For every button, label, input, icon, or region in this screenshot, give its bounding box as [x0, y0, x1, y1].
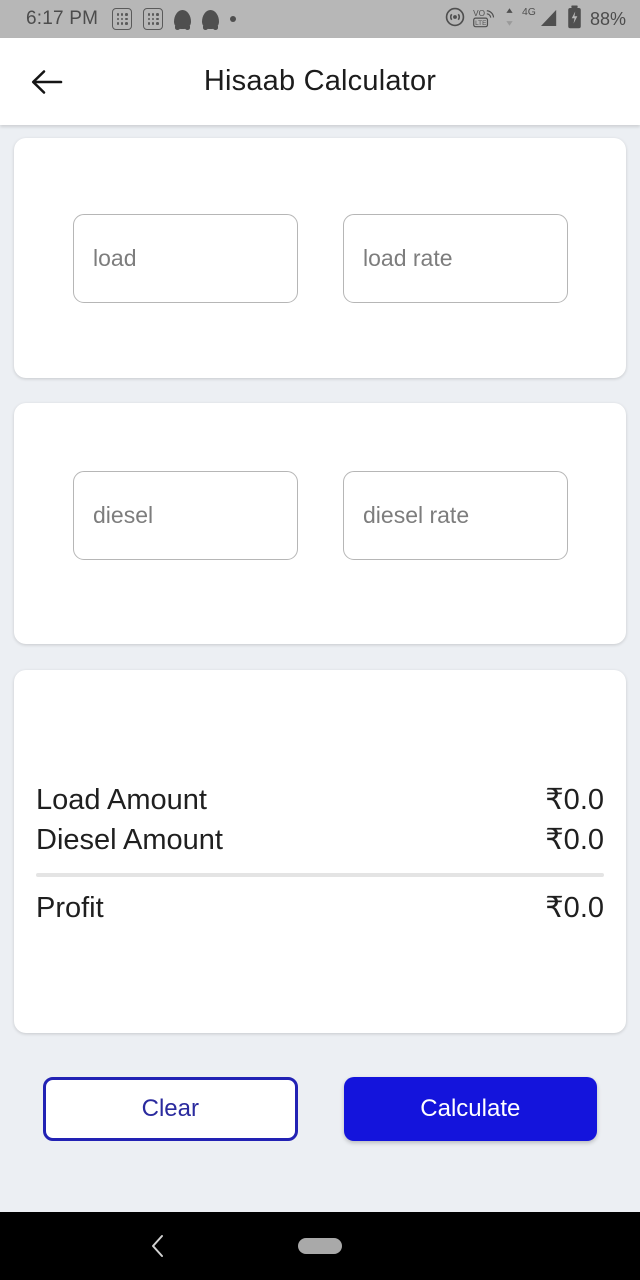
- result-value: ₹0.0: [545, 784, 604, 816]
- results-card: Load Amount ₹0.0 Diesel Amount ₹0.0 Prof…: [14, 670, 626, 1033]
- diesel-rate-input[interactable]: [343, 471, 568, 560]
- clear-button[interactable]: Clear: [43, 1077, 298, 1141]
- load-field-row: [14, 214, 626, 303]
- status-bar-left: 6:17 PM: [26, 8, 444, 30]
- system-navigation-bar: [0, 1212, 640, 1280]
- load-rate-input[interactable]: [343, 214, 568, 303]
- svg-text:VO: VO: [473, 9, 486, 18]
- result-row-diesel-amount: Diesel Amount ₹0.0: [36, 820, 604, 860]
- app-calculator-icon: [112, 8, 133, 30]
- status-bar: 6:17 PM VO LTE 4G 88%: [0, 0, 640, 38]
- result-row-load-amount: Load Amount ₹0.0: [36, 780, 604, 820]
- result-label: Diesel Amount: [36, 824, 223, 856]
- load-input[interactable]: [73, 214, 298, 303]
- svg-text:LTE: LTE: [475, 19, 486, 26]
- result-row-profit: Profit ₹0.0: [36, 888, 604, 928]
- app-calculator-icon: [143, 8, 164, 30]
- result-label: Profit: [36, 892, 104, 924]
- volte-icon: VO LTE: [473, 6, 497, 33]
- result-value: ₹0.0: [545, 892, 604, 924]
- status-bar-clock: 6:17 PM: [26, 8, 99, 29]
- 4g-signal-icon: 4G: [522, 5, 560, 34]
- svg-text:4G: 4G: [522, 7, 536, 18]
- data-transfer-icon: [504, 6, 515, 33]
- hotspot-icon: [444, 6, 466, 33]
- nav-back-icon[interactable]: [138, 1226, 178, 1266]
- result-value: ₹0.0: [545, 824, 604, 856]
- page-title: Hisaab Calculator: [203, 65, 437, 97]
- app-bar: Hisaab Calculator: [0, 38, 640, 125]
- snapchat-icon: [174, 9, 192, 30]
- calculate-button[interactable]: Calculate: [343, 1077, 597, 1141]
- main-content: Load Amount ₹0.0 Diesel Amount ₹0.0 Prof…: [0, 125, 640, 1141]
- battery-percentage-label: 88%: [589, 8, 626, 29]
- diesel-field-row: [14, 471, 626, 560]
- snapchat-icon: [202, 9, 220, 30]
- results-divider: [36, 873, 604, 877]
- result-label: Load Amount: [36, 784, 207, 816]
- status-bar-right: VO LTE 4G 88%: [444, 5, 626, 34]
- battery-charging-icon: [567, 5, 582, 34]
- notification-dot-icon: [230, 16, 237, 22]
- nav-home-pill-icon[interactable]: [298, 1238, 342, 1254]
- diesel-input[interactable]: [73, 471, 298, 560]
- load-input-card: [14, 138, 626, 378]
- diesel-input-card: [14, 403, 626, 644]
- action-button-row: Clear Calculate: [14, 1033, 626, 1141]
- results-list: Load Amount ₹0.0 Diesel Amount ₹0.0 Prof…: [36, 780, 604, 928]
